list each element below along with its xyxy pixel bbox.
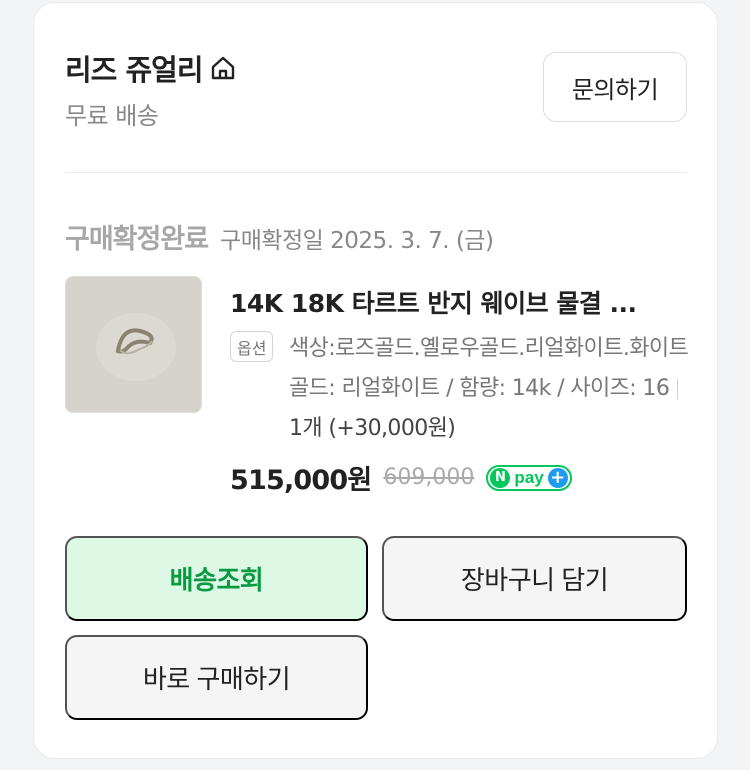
divider xyxy=(65,172,687,173)
add-to-cart-button[interactable]: 장바구니 담기 xyxy=(382,536,687,621)
order-status: 구매확정완료 xyxy=(65,224,209,255)
sale-price: 515,000원 xyxy=(230,465,372,496)
npay-label: pay xyxy=(514,467,544,487)
order-card: 리즈 쥬얼리 무료 배송 문의하기 구매확정완료 구매확정일 2025. 3. … xyxy=(33,2,718,759)
product-thumbnail[interactable] xyxy=(65,276,202,413)
track-delivery-button[interactable]: 배송조회 xyxy=(65,536,368,621)
npay-badge: N pay + xyxy=(486,464,572,492)
separator xyxy=(677,379,679,399)
shipping-info: 무료 배송 xyxy=(65,102,159,130)
confirm-date: 구매확정일 2025. 3. 7. (금) xyxy=(220,228,494,254)
option-tag: 옵션 xyxy=(230,331,274,362)
quantity: 1개 (+30,000원) xyxy=(289,416,456,441)
original-price: 609,000 xyxy=(383,465,475,490)
inquiry-button[interactable]: 문의하기 xyxy=(543,52,687,122)
home-icon[interactable] xyxy=(209,54,237,82)
store-name[interactable]: 리즈 쥬얼리 xyxy=(65,47,203,89)
product-title[interactable]: 14K 18K 타르트 반지 웨이브 물결 ... xyxy=(230,284,680,320)
option-line: 색상:로즈골드.옐로우골드.리얼화이트.화이트골드: 리얼화이트 / 함량: 1… xyxy=(289,336,689,401)
store-header[interactable]: 리즈 쥬얼리 xyxy=(65,47,237,89)
npay-n-icon: N xyxy=(490,467,511,488)
npay-plus-icon: + xyxy=(547,467,568,488)
option-details: 색상:로즈골드.옐로우골드.리얼화이트.화이트골드: 리얼화이트 / 함량: 1… xyxy=(289,329,699,449)
order-status-row: 구매확정완료 구매확정일 2025. 3. 7. (금) xyxy=(65,217,494,256)
npay-logo: N pay + xyxy=(486,464,572,491)
price-row: 515,000원 609,000 N pay + xyxy=(230,458,572,497)
buy-now-button[interactable]: 바로 구매하기 xyxy=(65,635,368,720)
